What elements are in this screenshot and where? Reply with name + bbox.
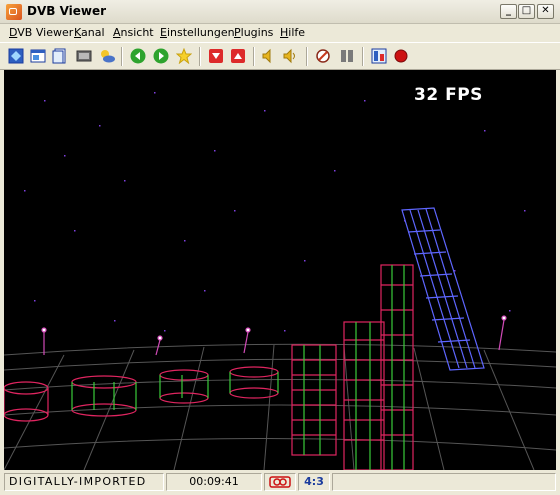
dolby-icon — [264, 473, 296, 491]
menu-kanal[interactable]: Kanal — [74, 26, 105, 39]
volume-down-icon[interactable] — [261, 48, 277, 64]
visualization-graphic — [4, 92, 556, 470]
forward-icon[interactable] — [153, 48, 169, 64]
channel-up-icon[interactable] — [230, 48, 246, 64]
video-display[interactable]: 32 FPS — [4, 70, 556, 470]
close-button[interactable]: ✕ — [537, 4, 554, 19]
menu-plugins[interactable]: Plugins — [234, 26, 273, 39]
mute-icon[interactable] — [315, 48, 331, 64]
epg-icon[interactable] — [30, 48, 46, 64]
dvbviewer-app-icon[interactable] — [6, 4, 22, 20]
back-icon[interactable] — [130, 48, 146, 64]
aspect-ratio[interactable]: 4:3 — [298, 473, 330, 491]
status-bar: DIGITALLY-IMPORTED 00:09:41 4:3 — [0, 470, 560, 494]
minimize-button[interactable]: _ — [500, 4, 517, 19]
fps-counter: 32 FPS — [414, 85, 483, 105]
channel-list-icon[interactable] — [8, 48, 24, 64]
elapsed-time: 00:09:41 — [166, 473, 262, 491]
menu-bar: DVB Viewer Kanal Ansicht Einstellungen P… — [0, 24, 560, 42]
favorites-icon[interactable] — [175, 47, 193, 65]
menu-hilfe[interactable]: Hilfe — [280, 26, 305, 39]
weather-icon[interactable] — [99, 48, 115, 64]
menu-ansicht[interactable]: Ansicht — [113, 26, 154, 39]
options-icon[interactable] — [371, 48, 387, 64]
osd-icon[interactable] — [76, 48, 92, 64]
channel-name: DIGITALLY-IMPORTED — [4, 473, 164, 491]
volume-up-icon[interactable] — [283, 48, 299, 64]
menu-einstellungen[interactable]: Einstellungen — [160, 26, 235, 39]
channel-down-icon[interactable] — [208, 48, 224, 64]
window-title: DVB Viewer — [27, 4, 107, 18]
menu-dvbviewer[interactable]: DVB Viewer — [9, 26, 73, 39]
record-icon[interactable] — [393, 48, 409, 64]
maximize-button[interactable]: □ — [518, 4, 535, 19]
status-empty-panel — [332, 473, 556, 491]
title-bar[interactable]: DVB Viewer _ □ ✕ — [0, 0, 560, 24]
teletext-icon[interactable] — [52, 48, 68, 64]
toolbar — [0, 42, 560, 70]
stop-icon[interactable] — [339, 48, 355, 64]
